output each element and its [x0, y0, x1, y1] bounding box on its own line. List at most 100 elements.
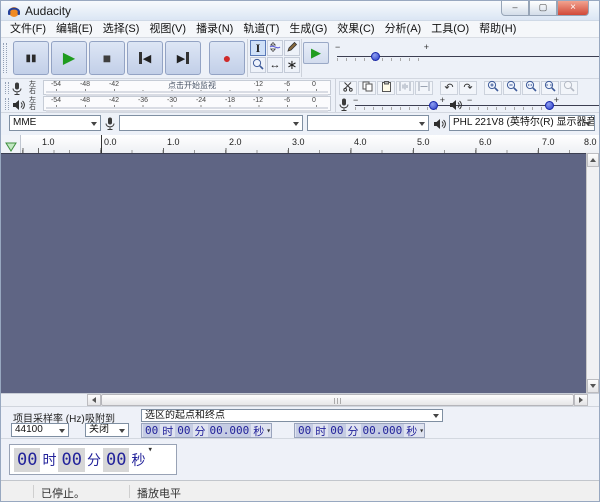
horizontal-scroll-thumb[interactable]	[101, 394, 574, 406]
close-button[interactable]: ×	[557, 1, 589, 16]
vertical-scrollbar[interactable]	[586, 153, 599, 393]
record-button[interactable]: ●	[209, 41, 245, 75]
recording-meter[interactable]: 左右 -54 -48 -42 -36 -30 -24 -18 -12 -6 0 …	[3, 80, 333, 96]
chevron-down-icon[interactable]: ▾	[147, 445, 152, 455]
multi-tool-button[interactable]: ∗	[284, 57, 300, 73]
start-seconds[interactable]: 00.000	[208, 424, 252, 437]
play-at-speed-button[interactable]: ▶	[303, 42, 329, 64]
fit-project-button[interactable]	[541, 81, 559, 95]
menu-tracks[interactable]: 轨道(T)	[238, 21, 284, 37]
menu-tools[interactable]: 工具(O)	[426, 21, 474, 37]
record-meter-bar-left	[46, 91, 328, 93]
playback-meter[interactable]: 左右 -54 -48 -42 -36 -30 -24 -18 -12 -6 0	[3, 96, 333, 112]
recording-meter-scale[interactable]: -54 -48 -42 -36 -30 -24 -18 -12 -6 0 点击开…	[43, 80, 331, 95]
zoom-toggle-button[interactable]	[560, 81, 578, 95]
meter-tick: -36	[138, 97, 148, 105]
ruler-label: 2.0	[229, 137, 242, 147]
skip-to-start-button[interactable]: ◀	[127, 41, 163, 75]
menu-transport[interactable]: 播录(N)	[191, 21, 238, 37]
pause-button[interactable]: ▮▮	[13, 41, 49, 75]
transport-toolbar-grip[interactable]	[3, 43, 7, 73]
audio-position-display[interactable]: 00时 00分 00秒 ▾	[9, 444, 177, 475]
timeshift-tool-button[interactable]: ↔	[267, 57, 283, 73]
position-hours[interactable]: 00	[14, 448, 40, 472]
horizontal-scrollbar[interactable]	[87, 394, 588, 406]
recording-meter-grip[interactable]	[5, 82, 9, 94]
playback-meter-grip[interactable]	[5, 98, 9, 110]
copy-button[interactable]	[358, 81, 376, 95]
scroll-up-button[interactable]	[587, 153, 599, 167]
zoom-selection-icon	[525, 79, 537, 97]
playback-meter-scale[interactable]: -54 -48 -42 -36 -30 -24 -18 -12 -6 0	[43, 96, 331, 111]
ruler-label: 1.0	[167, 137, 180, 147]
record-vol-minus-label: −	[353, 95, 358, 105]
recording-device-select[interactable]	[119, 115, 303, 131]
selection-start-field[interactable]: 00时 00分 00.000秒 ▾	[141, 423, 272, 438]
track-area[interactable]	[1, 153, 600, 393]
zoom-in-button[interactable]	[484, 81, 502, 95]
scroll-down-button[interactable]	[587, 379, 599, 393]
menu-analyze[interactable]: 分析(A)	[380, 21, 427, 37]
ruler-label: 3.0	[292, 137, 305, 147]
playback-device-select[interactable]: PHL 221V8 (英特尔(R) 显示器音频	[449, 115, 595, 131]
project-rate-select[interactable]: 44100	[11, 423, 69, 437]
end-seconds[interactable]: 00.000	[361, 424, 405, 437]
zoom-out-button[interactable]	[503, 81, 521, 95]
timeshift-icon: ↔	[270, 59, 281, 71]
envelope-tool-button[interactable]	[267, 40, 283, 56]
minimize-button[interactable]: –	[501, 1, 529, 16]
scroll-left-button[interactable]	[87, 394, 101, 406]
maximize-button[interactable]: ▢	[529, 1, 557, 16]
start-minutes[interactable]: 00	[175, 424, 192, 437]
playback-volume-slider[interactable]: − +	[467, 97, 559, 111]
chevron-down-icon[interactable]: ▾	[419, 426, 424, 435]
ruler-scale[interactable]: 1.0 0.0 1.0 2.0 3.0 4.0 5.0 6.0 7.0 8.0	[21, 135, 599, 153]
zoom-tool-button[interactable]	[250, 57, 266, 73]
position-seconds[interactable]: 00	[103, 448, 129, 472]
end-hours[interactable]: 00	[296, 424, 313, 437]
hours-unit: 时	[42, 450, 56, 470]
chevron-down-icon	[419, 122, 425, 129]
undo-button[interactable]: ↶	[440, 81, 458, 95]
audio-host-select[interactable]: MME	[9, 115, 101, 131]
menu-effect[interactable]: 效果(C)	[332, 21, 379, 37]
silence-audio-button[interactable]	[415, 81, 433, 95]
start-hours[interactable]: 00	[143, 424, 160, 437]
menu-file[interactable]: 文件(F)	[5, 21, 51, 37]
record-vol-thumb[interactable]	[429, 101, 438, 110]
position-minutes[interactable]: 00	[58, 448, 84, 472]
selection-range-mode-select[interactable]: 选区的起点和终点	[141, 409, 443, 422]
paste-button[interactable]	[377, 81, 395, 95]
timeline-ruler[interactable]: 1.0 0.0 1.0 2.0 3.0 4.0 5.0 6.0 7.0 8.0	[1, 135, 599, 153]
menu-view[interactable]: 视图(V)	[144, 21, 191, 37]
menu-generate[interactable]: 生成(G)	[284, 21, 332, 37]
stop-button[interactable]: ■	[89, 41, 125, 75]
end-minutes[interactable]: 00	[328, 424, 345, 437]
selection-tool-button[interactable]: I	[250, 40, 266, 56]
status-divider	[33, 485, 34, 498]
redo-button[interactable]: ↷	[459, 81, 477, 95]
playback-speed-slider[interactable]: − +	[335, 44, 429, 66]
trim-audio-button[interactable]	[396, 81, 414, 95]
chevron-down-icon[interactable]: ▾	[266, 426, 271, 435]
draw-tool-button[interactable]	[284, 40, 300, 56]
menu-edit[interactable]: 编辑(E)	[51, 21, 98, 37]
snap-to-select[interactable]: 关闭	[85, 423, 129, 437]
play-vol-track[interactable]	[469, 105, 600, 106]
selection-end-field[interactable]: 00时 00分 00.000秒 ▾	[294, 423, 425, 438]
recording-volume-slider[interactable]: − +	[353, 97, 445, 111]
pin-playhead-button[interactable]	[1, 135, 21, 153]
menu-select[interactable]: 选择(S)	[98, 21, 145, 37]
menu-help[interactable]: 帮助(H)	[474, 21, 521, 37]
scroll-right-button[interactable]	[574, 394, 588, 406]
monitor-hint-text[interactable]: 点击开始监视	[130, 81, 254, 90]
recording-channels-select[interactable]	[307, 115, 429, 131]
zoom-to-selection-button[interactable]	[522, 81, 540, 95]
speed-slider-thumb[interactable]	[371, 52, 380, 61]
play-vol-thumb[interactable]	[545, 101, 554, 110]
ruler-label: 4.0	[354, 137, 367, 147]
hours-unit: 时	[314, 423, 327, 439]
skip-to-end-button[interactable]: ▶	[165, 41, 201, 75]
cut-button[interactable]	[339, 81, 357, 95]
play-button[interactable]: ▶	[51, 41, 87, 75]
